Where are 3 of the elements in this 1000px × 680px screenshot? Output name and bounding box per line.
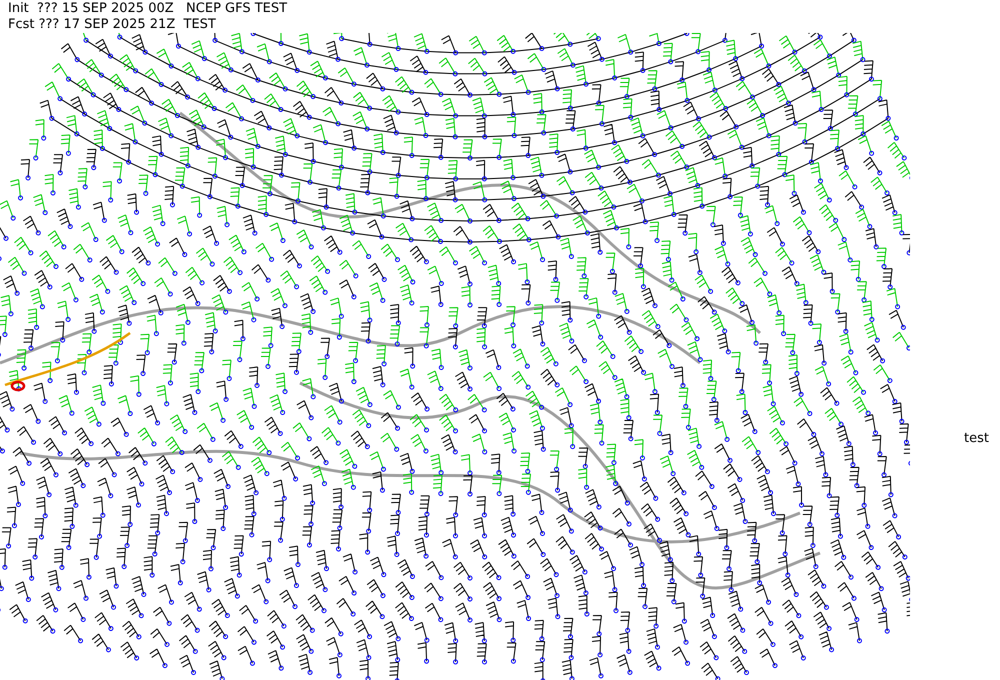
side-label: test <box>964 431 989 446</box>
map-title: Init ??? 15 SEP 2025 00Z NCEP GFS TEST <box>8 1 288 17</box>
map-title: Fcst ??? 17 SEP 2025 21Z TEST <box>8 17 217 33</box>
